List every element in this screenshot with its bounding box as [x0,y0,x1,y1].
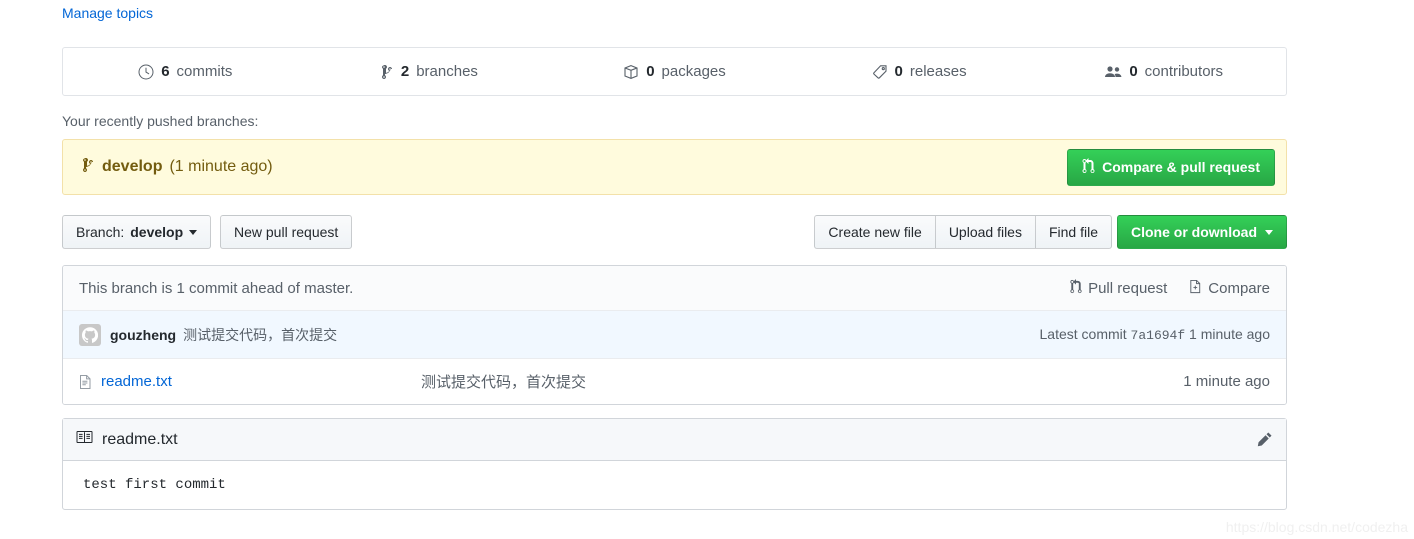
new-pull-request-label: New pull request [234,224,339,240]
create-new-file-button[interactable]: Create new file [814,215,935,249]
history-icon [138,64,154,80]
watermark: https://blog.csdn.net/codezha [1225,519,1408,535]
pull-request-icon [1082,157,1095,177]
github-avatar-icon [79,323,101,346]
diff-file-icon [1189,279,1202,298]
commit-author[interactable]: gouzheng [110,327,176,343]
stat-packages[interactable]: 0 packages [552,63,797,80]
stat-commits[interactable]: 6 commits [63,63,308,80]
stat-contributors[interactable]: 0 contributors [1041,63,1286,80]
stat-branches[interactable]: 2 branches [308,63,553,80]
recently-pushed-label: Your recently pushed branches: [62,113,259,129]
pushed-branch-name: develop [102,158,163,175]
find-file-button[interactable]: Find file [1034,215,1112,249]
chevron-down-icon [189,229,198,235]
clone-or-download-label: Clone or download [1131,224,1257,240]
text-file-icon [79,374,92,390]
pull-request-icon [1070,278,1082,298]
readme-header: readme.txt [63,419,1286,461]
table-row: readme.txt 测试提交代码，首次提交 1 minute ago [63,359,1286,404]
stat-packages-count: 0 [646,63,655,80]
readme-body: test first commit [83,477,226,493]
pencil-icon[interactable] [1256,431,1273,448]
file-commit-age: 1 minute ago [1183,373,1270,390]
readme-preview: readme.txt test first commit [62,418,1287,510]
upload-files-label: Upload files [948,224,1022,240]
tag-icon [872,64,888,80]
branch-status-actions: Pull request Compare [1070,278,1270,298]
branch-selector-prefix: Branch: [76,224,125,240]
pushed-branch-age: (1 minute ago) [169,158,273,175]
branch-selector-button[interactable]: Branch: develop [62,215,212,249]
stat-releases-count: 0 [894,63,903,80]
stat-releases[interactable]: 0 releases [797,63,1042,80]
people-icon [1104,64,1122,80]
branch-status-bar: This branch is 1 commit ahead of master.… [63,266,1286,311]
commit-sha[interactable]: 7a1694f [1131,328,1186,343]
compare-label: Compare [1208,279,1270,297]
stat-branches-count: 2 [400,63,410,80]
latest-commit-meta: Latest commit 7a1694f 1 minute ago [1040,326,1270,343]
recently-pushed-banner: develop (1 minute ago) Compare & pull re… [62,139,1287,195]
stat-releases-label: releases [909,63,967,80]
chevron-down-icon [1265,229,1273,235]
compare-link[interactable]: Compare [1189,279,1270,298]
readme-title-text: readme.txt [102,430,178,448]
commit-age: 1 minute ago [1189,326,1270,342]
pull-request-link[interactable]: Pull request [1070,278,1168,298]
branch-icon [381,64,394,80]
repository-page: Manage topics 6 commits 2 branches 0 pac… [0,0,1414,539]
find-file-label: Find file [1048,224,1098,240]
package-icon [623,64,639,80]
branch-icon [83,157,95,178]
stat-branches-label: branches [416,63,478,80]
stat-contributors-count: 0 [1129,63,1138,80]
clone-or-download-button[interactable]: Clone or download [1117,215,1287,249]
branch-selector-name: develop [130,224,184,240]
repository-stats-bar: 6 commits 2 branches 0 packages 0 releas… [62,47,1287,96]
book-icon [76,429,93,450]
file-commit-message[interactable]: 测试提交代码，首次提交 [421,371,1183,392]
file-name-link[interactable]: readme.txt [101,373,421,390]
commit-message[interactable]: 测试提交代码，首次提交 [183,325,337,345]
pushed-branch[interactable]: develop (1 minute ago) [83,157,273,178]
file-actions-group: Create new file Upload files Find file [814,215,1112,249]
new-pull-request-button[interactable]: New pull request [220,215,353,249]
create-new-file-label: Create new file [828,224,922,240]
readme-title: readme.txt [76,429,178,450]
upload-files-button[interactable]: Upload files [934,215,1035,249]
file-listing: This branch is 1 commit ahead of master.… [62,265,1287,405]
latest-commit-row: gouzheng 测试提交代码，首次提交 Latest commit 7a169… [63,311,1286,359]
compare-and-pull-request-button[interactable]: Compare & pull request [1067,148,1275,186]
stat-commits-count: 6 [161,63,170,80]
stat-commits-label: commits [176,63,233,80]
repository-toolbar: Branch: develop New pull request Create … [62,215,1287,250]
pull-request-label: Pull request [1088,279,1168,297]
stat-packages-label: packages [661,63,726,80]
latest-commit-label: Latest commit [1039,326,1127,342]
manage-topics-link[interactable]: Manage topics [62,5,153,21]
stat-contributors-label: contributors [1144,63,1224,80]
compare-and-pull-request-label: Compare & pull request [1102,159,1260,175]
branch-status-text: This branch is 1 commit ahead of master. [79,279,354,297]
